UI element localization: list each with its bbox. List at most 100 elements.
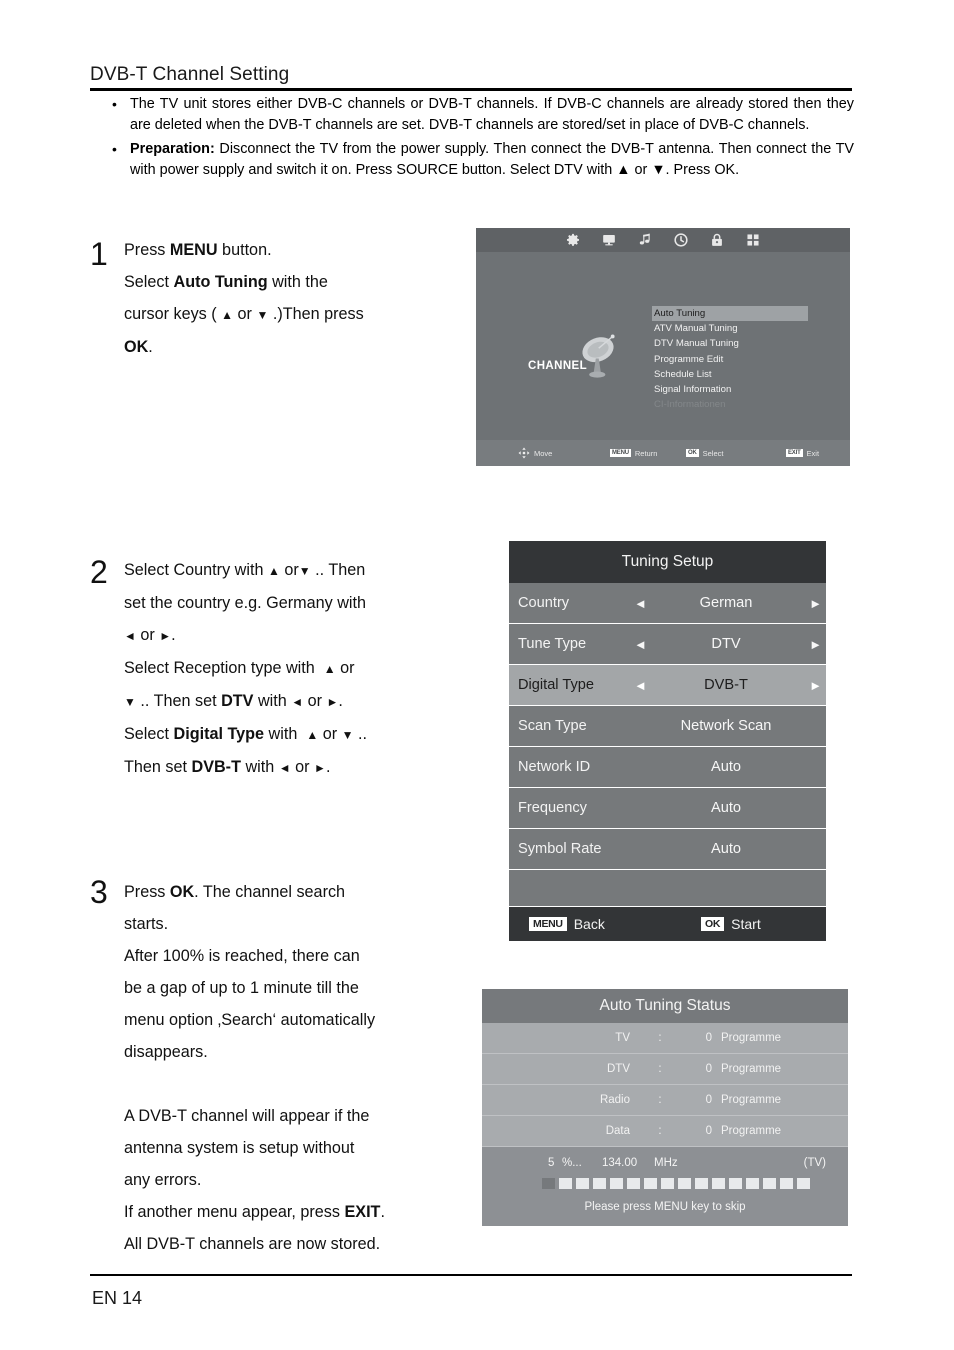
progress-segment xyxy=(712,1178,725,1189)
tuning-row-frequency-label: Frequency xyxy=(518,800,587,816)
step-number-2: 2 xyxy=(90,554,108,590)
status-row-tv-colon: : xyxy=(658,1032,662,1044)
caret-left-icon[interactable]: ◄ xyxy=(634,597,647,610)
status-progress-area: 5 %... 134.00 MHz (TV) Please press MENU… xyxy=(482,1147,848,1226)
tuning-row-digital-type-control[interactable]: ◄ DVB-T ► xyxy=(626,677,826,693)
progress-note: Please press MENU key to skip xyxy=(584,1201,746,1213)
step-text-3: Press OK. The channel search starts. Aft… xyxy=(124,876,484,1260)
hint-return: MENU Return xyxy=(610,449,657,458)
tuning-row-blank xyxy=(509,870,826,907)
tuning-row-tune-type[interactable]: Tune Type ◄ DTV ► xyxy=(509,624,826,665)
status-row-radio-count: 0 xyxy=(705,1094,712,1106)
tuning-row-tune-type-control[interactable]: ◄ DTV ► xyxy=(626,636,826,652)
caret-right-icon[interactable]: ► xyxy=(809,679,822,692)
auto-tuning-status-title: Auto Tuning Status xyxy=(482,989,848,1023)
back-button[interactable]: MENU Back xyxy=(529,916,605,932)
bullet-marker: • xyxy=(112,140,117,157)
progress-segment xyxy=(797,1178,810,1189)
menu-item-atv-manual-tuning[interactable]: ATV Manual Tuning xyxy=(652,321,808,336)
step-3-line-6: disappears. xyxy=(124,1043,208,1061)
progress-segment xyxy=(746,1178,759,1189)
clock-icon[interactable] xyxy=(674,233,688,247)
start-button[interactable]: OK Start xyxy=(701,916,761,932)
status-row-data-unit: Programme xyxy=(721,1125,782,1137)
status-row-dtv: DTV : 0 Programme xyxy=(482,1054,848,1085)
step-number-3: 3 xyxy=(90,874,108,910)
footer-divider xyxy=(90,1274,852,1276)
hint-move: Move xyxy=(518,447,552,459)
tuning-row-frequency-value: Auto xyxy=(710,800,742,816)
hint-exit-label: Exit xyxy=(806,448,820,458)
osd-stage: CHANNEL Auto Tuning ATV Manual Tuning DT… xyxy=(476,252,850,440)
step-2-line-6: Select Digital Type with ▲ or ▼ .. xyxy=(124,725,367,743)
tuning-row-country-label: Country xyxy=(518,595,570,611)
footer-page-number: EN 14 xyxy=(92,1288,143,1308)
progress-segment xyxy=(610,1178,623,1189)
progress-segment xyxy=(593,1178,606,1189)
keycap-exit: EXIT xyxy=(786,449,803,457)
tuning-row-scan-type-value: Network Scan xyxy=(680,718,772,734)
menu-item-ci-informationen: CI-Informationen xyxy=(654,399,726,411)
hint-return-label: Return xyxy=(634,448,658,458)
list-item: • The TV unit stores either DVB-C channe… xyxy=(112,94,854,137)
preparation-text: Disconnect the TV from the power supply.… xyxy=(130,140,854,178)
tuning-row-digital-type[interactable]: Digital Type ◄ DVB-T ► xyxy=(509,665,826,706)
step-3-line-8: antenna system is setup without xyxy=(124,1139,355,1157)
status-row-data-colon: : xyxy=(658,1125,662,1137)
step-2-line-3: ◄ or ►. xyxy=(124,626,176,644)
tuning-setup-footer: MENU Back OK Start xyxy=(509,907,826,941)
tuning-row-frequency-control: Auto xyxy=(626,800,826,816)
list-item: • Preparation: Disconnect the TV from th… xyxy=(112,139,854,182)
tuning-row-country[interactable]: Country ◄ German ► xyxy=(509,583,826,624)
caret-left-icon[interactable]: ◄ xyxy=(634,679,647,692)
step-text-1: Press MENU button. Select Auto Tuning wi… xyxy=(124,234,474,363)
progress-readout: 5 %... 134.00 MHz (TV) xyxy=(482,1157,848,1169)
tuning-row-symbol-rate[interactable]: Symbol Rate Auto xyxy=(509,829,826,870)
progress-frequency-unit: MHz xyxy=(654,1157,678,1169)
step-1-line-3: cursor keys ( ▲ or ▼ .)Then press xyxy=(124,305,364,323)
progress-segment xyxy=(644,1178,657,1189)
step-text-2: Select Country with ▲ or▼ .. Then set th… xyxy=(124,554,484,784)
menu-item-dtv-manual-tuning[interactable]: DTV Manual Tuning xyxy=(652,336,808,351)
step-3-line-4: be a gap of up to 1 minute till the xyxy=(124,979,359,997)
caret-left-icon[interactable]: ◄ xyxy=(634,638,647,651)
tuning-row-frequency[interactable]: Frequency Auto xyxy=(509,788,826,829)
osd-hint-bar: Move MENU Return OK Select EXIT Exit xyxy=(476,440,850,466)
tuning-row-network-id[interactable]: Network ID Auto xyxy=(509,747,826,788)
tuning-row-network-id-label: Network ID xyxy=(518,759,591,775)
menu-item-signal-information[interactable]: Signal Information xyxy=(652,382,808,397)
monitor-icon[interactable] xyxy=(602,233,616,247)
tuning-row-network-id-value: Auto xyxy=(710,759,742,775)
progress-segment xyxy=(729,1178,742,1189)
tuning-row-digital-type-label: Digital Type xyxy=(518,677,594,693)
step-3-line-11: All DVB-T channels are now stored. xyxy=(124,1235,381,1253)
caret-right-icon[interactable]: ► xyxy=(809,638,822,651)
tuning-row-scan-type[interactable]: Scan Type Network Scan xyxy=(509,706,826,747)
caret-right-icon[interactable]: ► xyxy=(809,597,822,610)
tuning-row-digital-type-value: DVB-T xyxy=(704,677,748,693)
step-1-line-4: OK. xyxy=(124,338,153,356)
step-1-line-1: Press MENU button. xyxy=(124,241,272,259)
status-row-dtv-unit: Programme xyxy=(721,1063,782,1075)
menu-item-programme-edit[interactable]: Programme Edit xyxy=(652,352,808,367)
status-row-radio-label: Radio xyxy=(599,1094,630,1106)
tuning-row-country-control[interactable]: ◄ German ► xyxy=(626,595,826,611)
menu-item-schedule-list[interactable]: Schedule List xyxy=(652,367,808,382)
apps-grid-icon[interactable] xyxy=(746,233,760,247)
tuning-row-tune-type-value: DTV xyxy=(711,636,741,652)
bullet-text: The TV unit stores either DVB-C channels… xyxy=(130,96,854,134)
step-2-line-7: Then set DVB-T with ◄ or ►. xyxy=(124,758,331,776)
tuning-row-symbol-rate-label: Symbol Rate xyxy=(518,841,602,857)
gear-icon[interactable] xyxy=(566,233,580,247)
menu-item-auto-tuning[interactable]: Auto Tuning xyxy=(652,306,808,322)
tuning-row-symbol-rate-value: Auto xyxy=(710,841,742,857)
step-3-line-5: menu option ‚Search‘ automatically xyxy=(124,1011,376,1029)
lock-icon[interactable] xyxy=(710,233,724,247)
status-row-tv-unit: Programme xyxy=(721,1032,782,1044)
progress-segment xyxy=(559,1178,572,1189)
progress-segment xyxy=(763,1178,776,1189)
start-label: Start xyxy=(731,916,761,932)
hint-exit: EXIT Exit xyxy=(786,449,819,458)
progress-percent-sign: %... xyxy=(562,1157,582,1169)
music-note-icon[interactable] xyxy=(638,233,652,247)
